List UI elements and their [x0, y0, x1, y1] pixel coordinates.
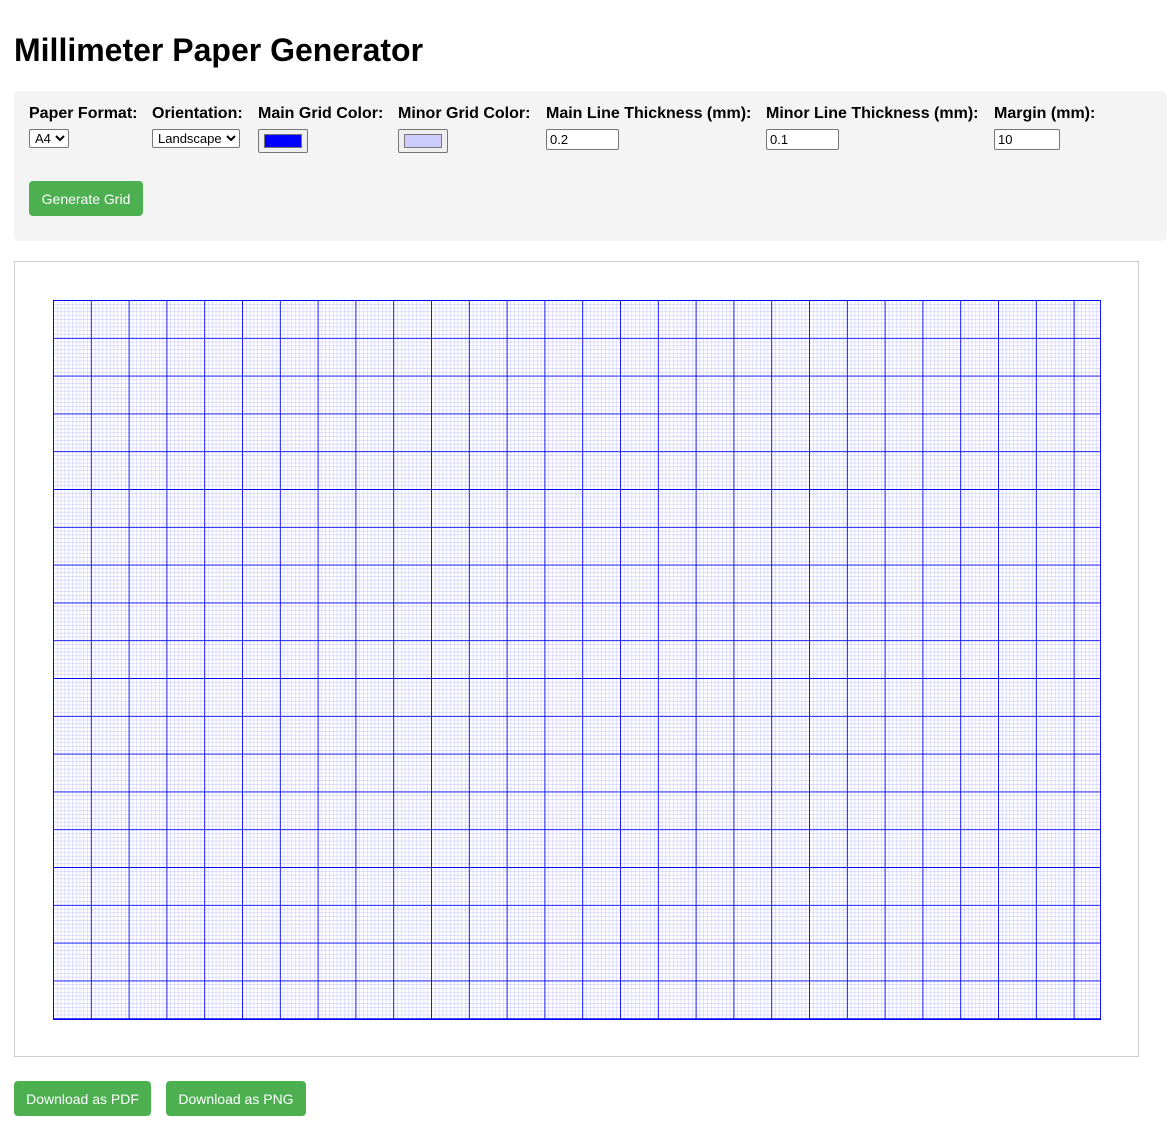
download-pdf-button[interactable]: Download as PDF [14, 1081, 151, 1116]
minor-grid-color-picker[interactable] [398, 129, 448, 153]
margin-input[interactable] [994, 129, 1060, 150]
minor-grid-color-swatch [404, 134, 442, 148]
paper-format-label: Paper Format: [29, 105, 138, 122]
main-grid-color-control: Main Grid Color: [258, 105, 383, 153]
paper-format-control: Paper Format: A4 [29, 105, 137, 148]
main-line-thickness-label: Main Line Thickness (mm): [546, 105, 752, 122]
minor-line-thickness-label: Minor Line Thickness (mm): [766, 105, 979, 122]
grid-preview [14, 261, 1139, 1057]
minor-line-thickness-control: Minor Line Thickness (mm): [766, 105, 978, 150]
minor-grid-lines [53, 300, 1101, 1020]
minor-grid-color-label: Minor Grid Color: [398, 105, 531, 122]
main-line-thickness-input[interactable] [546, 129, 619, 150]
generate-grid-button[interactable]: Generate Grid [29, 181, 143, 216]
paper-format-select[interactable]: A4 [29, 129, 69, 148]
controls-panel: Paper Format: A4 Orientation: Landscape … [14, 91, 1167, 241]
orientation-control: Orientation: Landscape [152, 105, 243, 148]
minor-line-thickness-input[interactable] [766, 129, 839, 150]
orientation-label: Orientation: [152, 105, 243, 122]
margin-label: Margin (mm): [994, 105, 1096, 122]
main-grid-lines [53, 300, 1101, 1020]
download-png-button[interactable]: Download as PNG [166, 1081, 306, 1116]
orientation-select[interactable]: Landscape [152, 129, 240, 148]
page-title: Millimeter Paper Generator [14, 32, 424, 68]
millimeter-grid-canvas [53, 300, 1101, 1020]
main-grid-color-swatch [264, 134, 302, 148]
main-line-thickness-control: Main Line Thickness (mm): [546, 105, 751, 150]
margin-control: Margin (mm): [994, 105, 1095, 150]
minor-grid-color-control: Minor Grid Color: [398, 105, 530, 153]
main-grid-color-picker[interactable] [258, 129, 308, 153]
main-grid-color-label: Main Grid Color: [258, 105, 384, 122]
